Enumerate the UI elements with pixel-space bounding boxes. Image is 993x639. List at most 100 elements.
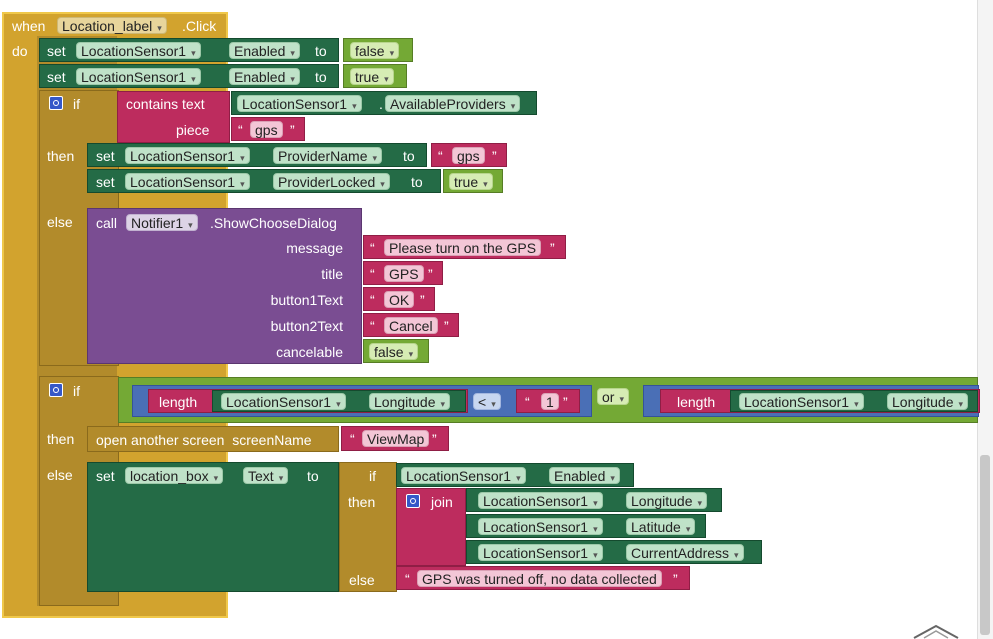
scrollbar-thumb[interactable]	[980, 455, 990, 635]
set-enabled-false-block[interactable]: set LocationSensor1 ▾ Enabled ▾ to	[39, 38, 339, 62]
text-value[interactable]: gps	[250, 121, 283, 138]
text-value[interactable]: gps	[452, 147, 485, 164]
enabled-getter[interactable]: LocationSensor1 ▾ Enabled ▾	[396, 463, 634, 487]
component-dropdown[interactable]: LocationSensor1 ▾	[221, 393, 346, 410]
else-label: else	[349, 572, 375, 588]
component-dropdown[interactable]: LocationSensor1 ▾	[125, 147, 250, 164]
or-dropdown[interactable]: or ▾	[597, 388, 629, 405]
gps-off-text-block[interactable]: “ GPS was turned off, no data collected …	[396, 566, 690, 590]
chevron-down-icon: ▾	[685, 524, 691, 534]
join-longitude-getter[interactable]: LocationSensor1 ▾ Longitude ▾	[466, 488, 722, 512]
button1text-label: button1Text	[270, 292, 343, 308]
length-label: length	[159, 394, 198, 410]
property-dropdown[interactable]: Longitude ▾	[626, 492, 708, 509]
component-dropdown[interactable]: LocationSensor1 ▾	[76, 68, 201, 85]
gps-text-block[interactable]: “ gps ”	[231, 117, 305, 141]
trash-can-icon[interactable]	[910, 624, 962, 639]
chevron-down-icon: ▾	[336, 399, 341, 409]
else-label: else	[47, 467, 73, 483]
open-quote: “	[370, 318, 375, 334]
join-current-address-getter[interactable]: LocationSensor1 ▾ CurrentAddress ▾	[466, 540, 762, 564]
longitude-getter[interactable]: LocationSensor1 ▾ Longitude ▾	[212, 390, 466, 412]
component-dropdown[interactable]: LocationSensor1 ▾	[401, 467, 526, 484]
property-dropdown[interactable]: ProviderName ▾	[273, 147, 383, 164]
property-dropdown[interactable]: AvailableProviders ▾	[385, 95, 521, 112]
component-dropdown[interactable]: LocationSensor1 ▾	[478, 544, 603, 561]
text-value[interactable]: GPS	[384, 265, 424, 282]
chevron-down-icon: ▾	[593, 524, 598, 534]
button1-text-block[interactable]: “ OK ”	[363, 287, 435, 311]
set-provider-locked-block[interactable]: set LocationSensor1 ▾ ProviderLocked ▾ to	[87, 169, 441, 193]
chevron-down-icon: ▾	[734, 550, 739, 560]
message-text-block[interactable]: “ Please turn on the GPS ”	[363, 235, 566, 259]
component-dropdown[interactable]: LocationSensor1 ▾	[237, 95, 362, 112]
notifier-dropdown[interactable]: Notifier1 ▾	[126, 214, 198, 231]
component-dropdown[interactable]: LocationSensor1 ▾	[76, 42, 201, 59]
set-enabled-true-block[interactable]: set LocationSensor1 ▾ Enabled ▾ to	[39, 64, 339, 88]
gear-icon[interactable]	[49, 96, 63, 110]
component-dropdown[interactable]: LocationSensor1 ▾	[125, 173, 250, 190]
text-value[interactable]: ViewMap	[362, 430, 430, 447]
set-label: set	[47, 43, 66, 59]
true-locked-value[interactable]: true ▾	[443, 169, 503, 193]
join-latitude-getter[interactable]: LocationSensor1 ▾ Latitude ▾	[466, 514, 706, 538]
number-one-block[interactable]: “ 1 ”	[516, 389, 580, 413]
then-label: then	[348, 494, 376, 510]
boolean-dropdown[interactable]: true ▾	[350, 68, 394, 85]
chevron-down-icon: ▾	[516, 473, 521, 483]
gear-icon[interactable]	[406, 494, 420, 508]
open-quote: “	[350, 431, 355, 447]
inline-if-block[interactable]: if then else	[339, 462, 397, 592]
boolean-dropdown[interactable]: true ▾	[449, 173, 493, 190]
longitude-getter-right[interactable]: LocationSensor1 ▾ Longitude ▾	[730, 390, 978, 412]
true-value-block[interactable]: true ▾	[343, 64, 407, 88]
property-dropdown[interactable]: Enabled ▾	[549, 467, 620, 484]
contains-text-block[interactable]: contains text piece	[117, 91, 230, 143]
property-dropdown[interactable]: Enabled ▾	[229, 68, 300, 85]
if-label: if	[73, 383, 80, 399]
close-quote: ”	[550, 240, 555, 256]
property-dropdown[interactable]: Enabled ▾	[229, 42, 300, 59]
show-choose-dialog-block[interactable]: call Notifier1 ▾ .ShowChooseDialog messag…	[87, 208, 362, 364]
component-dropdown[interactable]: location_box ▾	[125, 467, 224, 484]
set-provider-name-block[interactable]: set LocationSensor1 ▾ ProviderName ▾ to	[87, 143, 427, 167]
component-dropdown[interactable]: Location_label ▾	[57, 17, 167, 34]
property-dropdown[interactable]: Latitude ▾	[626, 518, 696, 535]
available-providers-getter[interactable]: LocationSensor1 ▾ . AvailableProviders ▾	[231, 91, 537, 115]
gear-icon[interactable]	[49, 383, 63, 397]
text-value[interactable]: OK	[384, 291, 415, 308]
component-dropdown[interactable]: LocationSensor1 ▾	[739, 393, 864, 410]
close-quote: ”	[420, 292, 425, 308]
property-dropdown[interactable]: Longitude ▾	[369, 393, 451, 410]
viewmap-text-block[interactable]: “ ViewMap ”	[341, 426, 449, 451]
text-value[interactable]: 1	[541, 393, 559, 410]
text-value[interactable]: GPS was turned off, no data collected	[417, 570, 662, 587]
boolean-dropdown[interactable]: false ▾	[350, 42, 400, 59]
cancelable-false-block[interactable]: false ▾	[363, 339, 429, 363]
close-quote: ”	[290, 122, 295, 138]
chevron-down-icon: ▾	[389, 48, 395, 58]
to-label: to	[411, 174, 423, 190]
set-label: set	[96, 174, 115, 190]
set-location-box-text-block[interactable]: set location_box ▾ Text ▾ to	[87, 462, 339, 592]
operator-dropdown[interactable]: < ▾	[473, 393, 501, 410]
property-dropdown[interactable]: ProviderLocked ▾	[273, 173, 390, 190]
property-dropdown[interactable]: CurrentAddress ▾	[626, 544, 744, 561]
open-quote: “	[238, 122, 243, 138]
component-dropdown[interactable]: LocationSensor1 ▾	[478, 492, 603, 509]
component-dropdown[interactable]: LocationSensor1 ▾	[478, 518, 603, 535]
property-dropdown[interactable]: Longitude ▾	[887, 393, 969, 410]
text-value[interactable]: Please turn on the GPS	[384, 239, 542, 256]
boolean-dropdown[interactable]: false ▾	[369, 343, 419, 360]
length-label: length	[677, 394, 716, 410]
button2-text-block[interactable]: “ Cancel ”	[363, 313, 459, 337]
text-value[interactable]: Cancel	[384, 317, 438, 334]
false-value-block[interactable]: false ▾	[343, 38, 413, 62]
join-block[interactable]: join	[396, 488, 466, 566]
open-another-screen-block[interactable]: open another screen screenName	[87, 426, 339, 452]
title-text-block[interactable]: “ GPS ”	[363, 261, 443, 285]
vertical-scrollbar[interactable]	[977, 0, 993, 639]
set-label: set	[96, 148, 115, 164]
gps-provider-text[interactable]: “ gps ”	[431, 143, 507, 167]
property-dropdown[interactable]: Text ▾	[243, 467, 289, 484]
